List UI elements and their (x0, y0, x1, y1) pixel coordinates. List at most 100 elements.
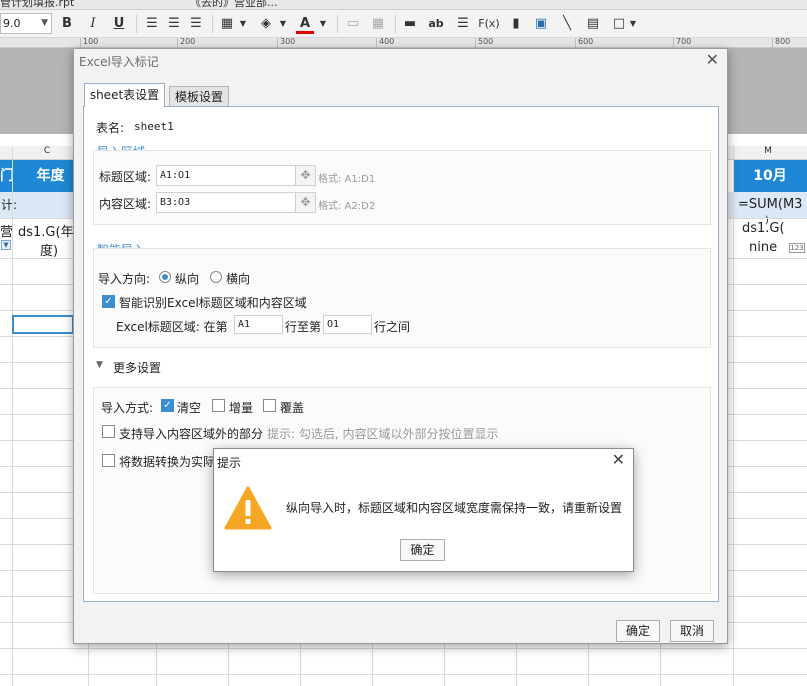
selected-cell[interactable] (12, 315, 74, 334)
column-header-c[interactable]: C (12, 146, 82, 160)
direction-horizontal-label: 横向 (226, 272, 251, 286)
formatting-toolbar: 9.0 ▼ B I U ☰ ☰ ☰ ▦ ▼ ◈ ▼ A ▼ ▭ ▦ ▬ ab ☰… (0, 10, 807, 38)
frame-icon[interactable]: □ (610, 14, 628, 34)
column-header-m[interactable]: M (733, 146, 803, 160)
cell-text: nine (749, 240, 778, 255)
warning-icon (224, 486, 272, 530)
mode-overwrite-label: 覆盖 (280, 401, 305, 415)
alert-ok-label: 确定 (410, 543, 435, 557)
chevron-down-icon[interactable]: ▼ (238, 14, 248, 34)
document-tab-left[interactable]: 管计划填报.rpt (0, 0, 74, 9)
chevron-down-icon[interactable]: ▼ (318, 14, 328, 34)
alert-ok-button[interactable]: 确定 (400, 539, 445, 561)
font-size-value: 9.0 (3, 17, 21, 30)
cell-text: ds1.G( (742, 221, 785, 236)
content-area-input[interactable]: B3:O3 (156, 192, 296, 213)
direction-horizontal-radio[interactable] (210, 271, 222, 283)
formula-button[interactable]: F(x) (478, 14, 500, 34)
row-from-input[interactable]: A1 (234, 315, 283, 334)
support-outside-label: 支持导入内容区域外的部分 (119, 427, 264, 441)
font-color-icon[interactable]: A (296, 14, 314, 34)
bar-chart-icon[interactable]: ▮ (507, 14, 525, 34)
border-icon[interactable]: ▦ (218, 14, 236, 34)
align-right-icon[interactable]: ☰ (187, 14, 205, 34)
mode-increment-checkbox[interactable] (212, 399, 225, 412)
ok-button-label: 确定 (625, 624, 650, 638)
align-center-icon[interactable]: ☰ (165, 14, 183, 34)
direction-vertical-radio[interactable] (159, 271, 171, 283)
chevron-down-icon[interactable]: ▼ (278, 14, 288, 34)
ruler-tick: 200 (180, 37, 196, 46)
header-cell-text: 10月 (753, 168, 787, 184)
ruler-tick: 700 (676, 37, 692, 46)
convert-label: 将数据转换为实际 (119, 455, 216, 469)
excel-title-area-label: Excel标题区域: 在第 (116, 320, 228, 334)
insert-row-icon[interactable]: ▬ (401, 14, 419, 34)
dialog-title: Excel导入标记 (79, 55, 159, 69)
ruler-tick: 600 (578, 37, 594, 46)
cell-text: =SUM(M3 (738, 197, 803, 212)
mode-overwrite-checkbox[interactable] (263, 399, 276, 412)
paragraph-icon[interactable]: ☰ (454, 14, 472, 34)
chevron-down-icon: ▼ (41, 18, 48, 28)
more-settings-title[interactable]: 更多设置 (113, 359, 161, 376)
number-format-icon: 123 (789, 243, 805, 253)
ok-button[interactable]: 确定 (616, 620, 660, 642)
fill-color-icon[interactable]: ◈ (257, 14, 275, 34)
sheet-name-label: 表名: (96, 121, 125, 135)
smart-detect-checkbox[interactable]: ✓ (102, 295, 115, 308)
row-between-label: 行之间 (374, 320, 411, 334)
tab-label: sheet表设置 (89, 88, 160, 102)
slash-icon[interactable]: ╲ (558, 14, 576, 34)
merge-cells-icon[interactable]: ▭ (344, 14, 362, 34)
close-icon[interactable]: ✕ (612, 452, 625, 468)
document-tab-strip: 管计划填报.rpt 《去的》营业部... (0, 0, 807, 10)
total-row-cell[interactable]: 计: (0, 192, 73, 218)
font-size-select[interactable]: 9.0 ▼ (0, 13, 52, 34)
title-area-input[interactable]: A1:O1 (156, 165, 296, 186)
content-area-label: 内容区域: (99, 197, 152, 211)
close-icon[interactable]: ✕ (706, 52, 719, 68)
support-outside-hint: 提示: 勾选后, 内容区域以外部分按位置显示 (267, 427, 499, 441)
tab-sheet-settings[interactable]: sheet表设置 (84, 83, 165, 107)
app-window: 管计划填报.rpt 《去的》营业部... 9.0 ▼ B I U ☰ ☰ ☰ ▦… (0, 0, 807, 686)
underline-button[interactable]: U (110, 14, 128, 34)
move-icon[interactable]: ✥ (295, 192, 316, 213)
support-outside-checkbox[interactable] (102, 425, 115, 438)
ruler-tick: 300 (280, 37, 296, 46)
ruler-tick: 800 (775, 37, 791, 46)
image-icon[interactable]: ▣ (532, 14, 550, 34)
chevron-down-icon[interactable]: ▼ (628, 14, 638, 34)
cancel-button[interactable]: 取消 (670, 620, 714, 642)
title-area-hint: 格式: A1:D1 (318, 174, 376, 185)
header-cell-october[interactable]: 10月 (733, 160, 807, 192)
direction-label: 导入方向: (98, 272, 151, 286)
title-area-label: 标题区域: (99, 170, 152, 184)
content-area-hint: 格式: A2:D2 (318, 201, 376, 212)
tab-template-settings[interactable]: 模板设置 (169, 86, 229, 107)
direction-vertical-label: 纵向 (175, 272, 200, 286)
ruler-tick: 500 (478, 37, 494, 46)
move-icon[interactable]: ✥ (295, 165, 316, 186)
alert-dialog: 提示 ✕ 纵向导入时，标题区域和内容区域宽度需保持一致，请重新设置 确定 (213, 448, 634, 572)
alert-message: 纵向导入时，标题区域和内容区域宽度需保持一致，请重新设置 (286, 501, 623, 515)
document-tab-right[interactable]: 《去的》营业部... (190, 0, 278, 9)
dropdown-icon[interactable]: ▼ (1, 240, 11, 250)
sub-report-icon[interactable]: ▤ (584, 14, 602, 34)
italic-button[interactable]: I (84, 14, 102, 34)
alert-title: 提示 (217, 456, 242, 470)
mode-clear-checkbox[interactable]: ✓ (161, 399, 174, 412)
text-cell-button[interactable]: ab (427, 14, 445, 34)
header-cell[interactable]: 门 (0, 160, 14, 192)
mode-clear-label: 清空 (177, 401, 202, 415)
cell-text: ds1.G(年 (18, 225, 74, 240)
convert-checkbox[interactable] (102, 454, 115, 467)
smart-detect-label: 智能识别Excel标题区域和内容区域 (119, 296, 307, 310)
import-area-box (93, 150, 711, 225)
row-to-input[interactable]: O1 (323, 315, 372, 334)
collapse-triangle-icon[interactable]: ▼ (96, 360, 103, 370)
split-cells-icon[interactable]: ▦ (369, 14, 387, 34)
align-left-icon[interactable]: ☰ (143, 14, 161, 34)
cell-text: 计: (1, 198, 18, 212)
bold-button[interactable]: B (58, 14, 76, 34)
